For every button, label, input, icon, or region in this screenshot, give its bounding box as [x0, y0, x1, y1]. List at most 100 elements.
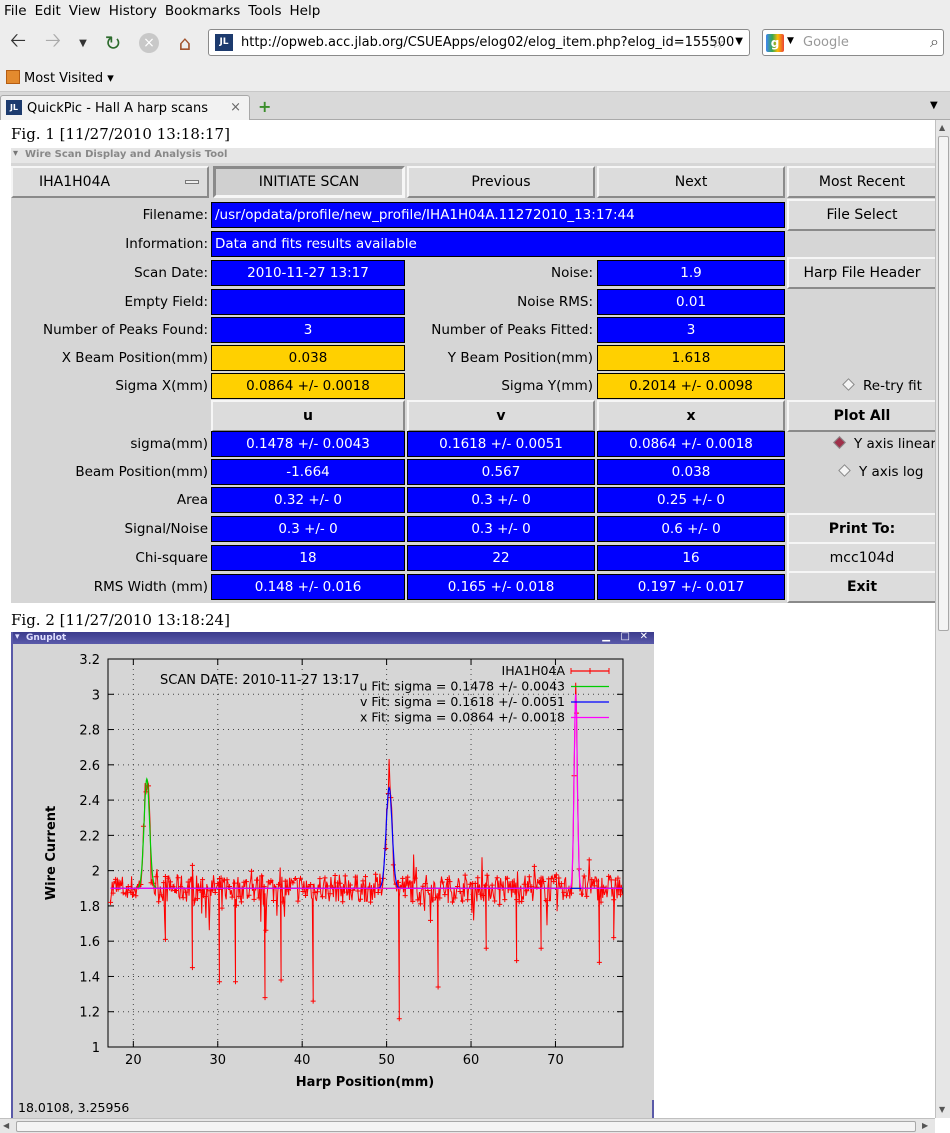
y-beam-field: 1.618	[597, 345, 785, 371]
tool-window-title: Wire Scan Display and Analysis Tool	[11, 147, 935, 163]
peaks-found-field: 3	[211, 317, 405, 343]
menu-help[interactable]: Help	[286, 0, 325, 19]
google-engine-icon[interactable]: g	[766, 34, 784, 52]
table-cell: 0.1618 +/- 0.0051	[407, 431, 595, 457]
horizontal-scroll-thumb[interactable]	[16, 1121, 916, 1132]
new-tab-icon[interactable]: +	[258, 97, 271, 116]
legend-label: v Fit: sigma = 0.1618 +/- 0.0051	[360, 694, 565, 709]
vertical-scrollbar[interactable]: ▲ ▼	[935, 120, 950, 1118]
filename-field: /usr/opdata/profile/new_profile/IHA1H04A…	[211, 202, 785, 228]
most-visited-bookmark[interactable]: Most Visited ▾	[6, 70, 114, 86]
print-to-button[interactable]: Print To:	[787, 513, 935, 545]
vertical-scroll-thumb[interactable]	[938, 136, 949, 631]
initiate-scan-button[interactable]: INITIATE SCAN	[213, 166, 405, 198]
history-dropdown-icon[interactable]: ▼	[70, 30, 96, 56]
scan-date-annotation: SCAN DATE: 2010-11-27 13:17	[160, 673, 360, 688]
search-icon[interactable]: ⌕	[930, 32, 939, 52]
bookmark-star-icon[interactable]: ☆	[711, 33, 725, 52]
maximize-icon[interactable]: □	[621, 631, 630, 643]
file-select-button[interactable]: File Select	[787, 199, 935, 231]
y-tick-label: 1	[92, 1041, 100, 1056]
reload-icon[interactable]: ↻	[100, 30, 126, 56]
menu-tools[interactable]: Tools	[244, 0, 285, 19]
y-tick-label: 1.6	[79, 935, 100, 950]
menu-bookmarks[interactable]: Bookmarks	[161, 0, 244, 19]
url-text: http://opweb.acc.jlab.org/CSUEApps/elog0…	[241, 35, 735, 50]
table-cell: 0.567	[407, 459, 595, 485]
noise-label: Noise:	[551, 265, 593, 281]
x-tick-label: 50	[378, 1053, 395, 1068]
close-icon[interactable]: ✕	[640, 631, 648, 643]
search-placeholder: Google	[803, 35, 849, 50]
printer-button[interactable]: mcc104d	[787, 542, 935, 574]
next-button[interactable]: Next	[597, 166, 785, 198]
y-tick-label: 2.2	[79, 829, 100, 844]
horizontal-scrollbar[interactable]: ◀ ▶	[0, 1118, 935, 1133]
y-tick-label: 3	[92, 688, 100, 703]
y-axis-log-radio[interactable]: Y axis log	[838, 464, 923, 480]
y-beam-label: Y Beam Position(mm)	[447, 350, 593, 366]
previous-button[interactable]: Previous	[407, 166, 595, 198]
row-label: Chi-square	[135, 550, 208, 566]
tab-strip: JL QuickPic - Hall A harp scans × + ▼	[0, 92, 950, 120]
selector-dropdown-icon	[185, 180, 199, 184]
most-recent-button[interactable]: Most Recent	[787, 166, 935, 198]
x-beam-field: 0.038	[211, 345, 405, 371]
row-label: sigma(mm)	[130, 436, 208, 452]
tab-list-icon[interactable]: ▼	[930, 100, 938, 111]
empty-field-value	[211, 289, 405, 315]
legend-label: IHA1H04A	[502, 663, 566, 678]
menu-file[interactable]: File	[0, 0, 31, 19]
fig1-label: Fig. 1 [11/27/2010 13:18:17]	[11, 125, 230, 143]
sigma-x-field: 0.0864 +/- 0.0018	[211, 373, 405, 399]
column-v-button[interactable]: v	[407, 400, 595, 432]
scroll-left-icon[interactable]: ◀	[3, 1121, 9, 1130]
tab-close-icon[interactable]: ×	[230, 100, 241, 115]
y-tick-label: 1.4	[79, 970, 100, 985]
search-box[interactable]: g ▼ Google ⌕	[762, 29, 944, 56]
gnuplot-window: Gnuplot ▁ □ ✕ 20304050607011.21.41.61.82…	[11, 631, 654, 1118]
y-axis-label: Wire Current	[44, 806, 59, 900]
sigma-y-field: 0.2014 +/- 0.0098	[597, 373, 785, 399]
stop-icon[interactable]: ×	[136, 30, 162, 56]
wire-current-plot[interactable]: 20 30 40 50 60 70 1 1.2 1.4 1.6 1.8 2 2.2 2.4 2.6 2.8 3 3…	[13, 644, 654, 1100]
minimize-icon[interactable]: ▁	[602, 631, 610, 643]
y-tick-label: 2.8	[79, 724, 100, 739]
wire-scan-tool-window: Wire Scan Display and Analysis Tool IHA1…	[11, 147, 935, 603]
scroll-up-icon[interactable]: ▲	[939, 123, 945, 132]
menu-history[interactable]: History	[105, 0, 161, 19]
x-axis-label: Harp Position(mm)	[296, 1075, 434, 1090]
empty-field-label: Empty Field:	[124, 294, 208, 310]
peaks-found-label: Number of Peaks Found:	[43, 322, 208, 338]
tab-quickpic[interactable]: JL QuickPic - Hall A harp scans ×	[0, 95, 250, 120]
menu-view[interactable]: View	[65, 0, 105, 19]
table-cell: 0.3 +/- 0	[407, 487, 595, 513]
table-cell: 0.6 +/- 0	[597, 516, 785, 542]
home-icon[interactable]: ⌂	[172, 30, 198, 56]
sigma-x-label: Sigma X(mm)	[115, 378, 208, 394]
table-cell: 22	[407, 545, 595, 571]
column-x-button[interactable]: x	[597, 400, 785, 432]
harp-selector[interactable]: IHA1H04A	[11, 166, 209, 198]
cursor-coordinates: 18.0108, 3.25956	[18, 1100, 130, 1115]
scroll-right-icon[interactable]: ▶	[922, 1121, 928, 1130]
plot-all-button[interactable]: Plot All	[787, 400, 935, 432]
table-cell: 0.0864 +/- 0.0018	[597, 431, 785, 457]
legend-label: u Fit: sigma = 0.1478 +/- 0.0043	[359, 679, 565, 694]
information-label: Information:	[125, 236, 208, 252]
column-u-button[interactable]: u	[211, 400, 405, 432]
linear-selected-diamond-icon	[833, 436, 846, 449]
sigma-y-label: Sigma Y(mm)	[501, 378, 593, 394]
y-axis-linear-radio[interactable]: Y axis linear	[833, 436, 935, 452]
forward-arrow-icon[interactable]: 🡢	[40, 28, 66, 56]
menu-bar: File Edit View History Bookmarks Tools Help	[0, 0, 950, 22]
url-bar[interactable]: JL http://opweb.acc.jlab.org/CSUEApps/el…	[208, 29, 750, 56]
retry-fit-radio[interactable]: Re-try fit	[842, 378, 922, 394]
exit-button[interactable]: Exit	[787, 571, 935, 603]
engine-dropdown-icon[interactable]: ▼	[787, 36, 794, 46]
harp-file-header-button[interactable]: Harp File Header	[787, 257, 935, 289]
url-dropdown-icon[interactable]: ▼	[735, 36, 743, 47]
scroll-down-icon[interactable]: ▼	[939, 1105, 945, 1114]
menu-edit[interactable]: Edit	[31, 0, 65, 19]
back-arrow-icon[interactable]: 🡠	[5, 28, 31, 56]
